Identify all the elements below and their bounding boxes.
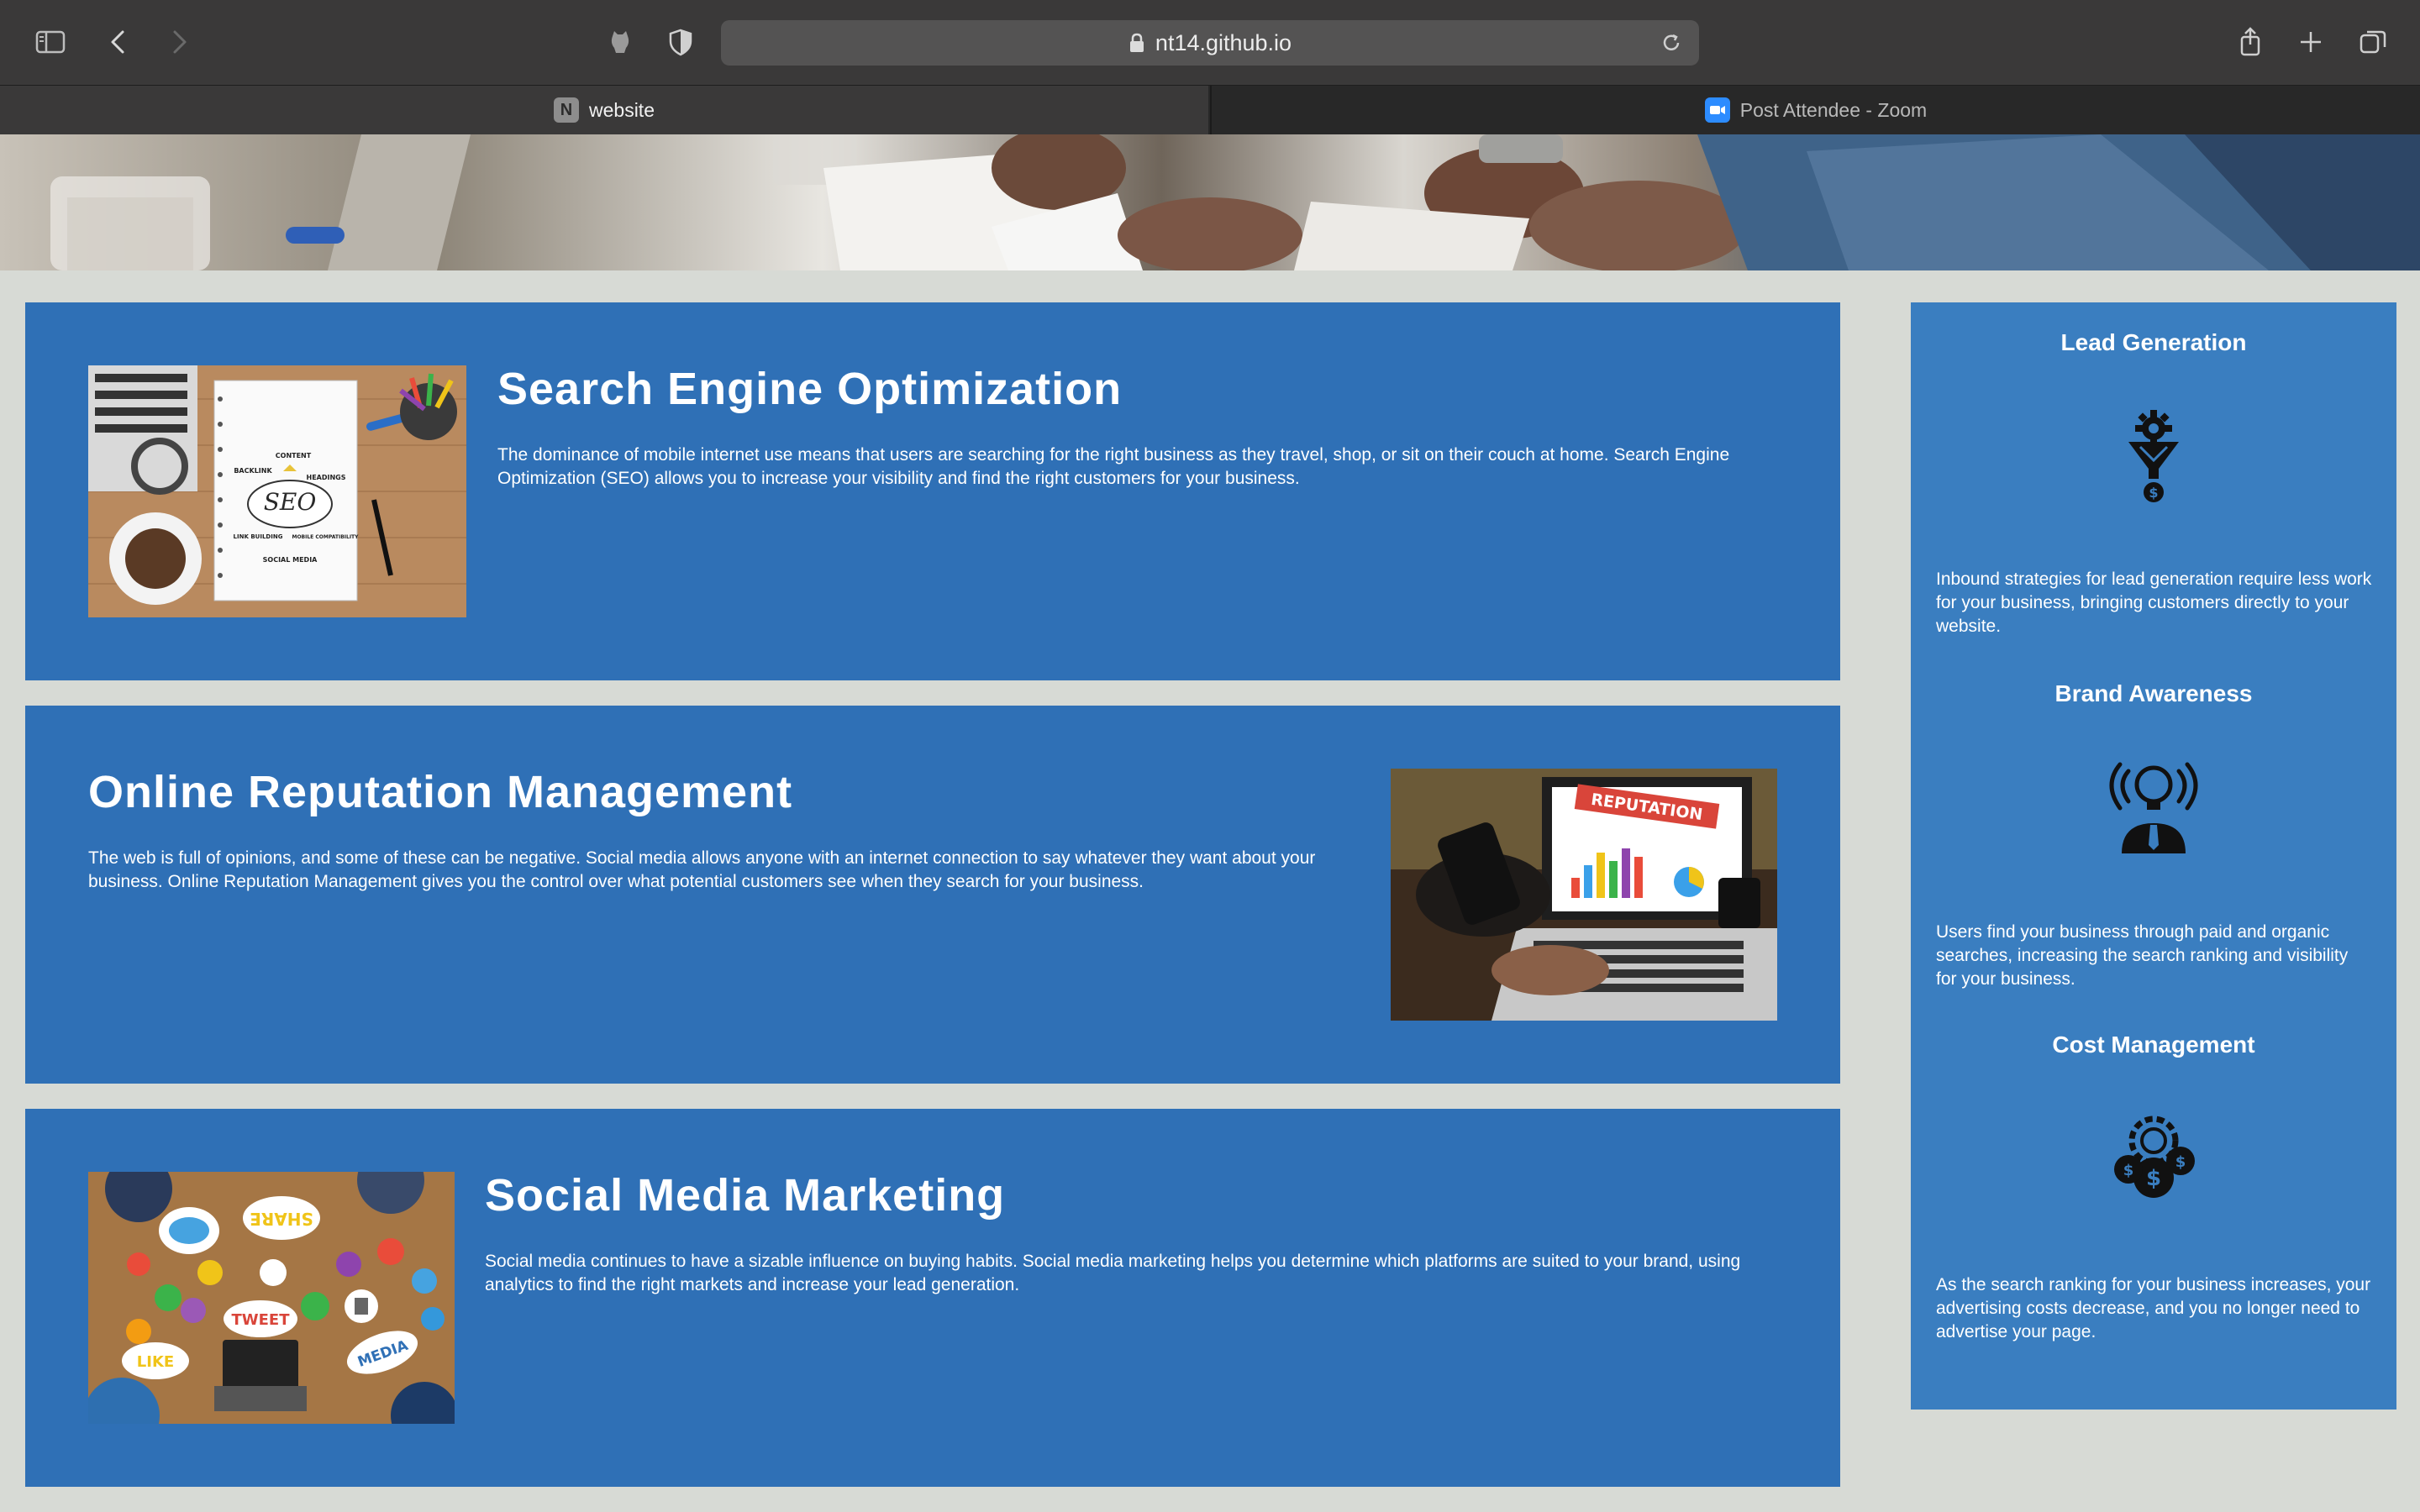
social-media-table-image: SHARE TWEET LIKE MEDIA <box>88 1172 455 1424</box>
cost-management-icon: $ $ $ <box>2103 1107 2204 1208</box>
seo-image-word-mobile: MOBILE COMPATIBILITY <box>292 534 359 540</box>
benefit-description: As the search ranking for your business … <box>1936 1275 2371 1341</box>
svg-text:$: $ <box>2149 485 2158 501</box>
seo-image-text: SEO <box>264 488 317 516</box>
tab-overview-icon[interactable] <box>2349 18 2396 66</box>
tab-bar: N website Post Attendee - Zoom <box>0 86 2420 134</box>
svg-text:$: $ <box>2146 1166 2161 1191</box>
url-text: nt14.github.io <box>1155 29 1292 55</box>
tab-label: Post Attendee - Zoom <box>1739 98 1928 121</box>
benefits-sidebar: Lead Generation $ Inbound strategies for… <box>1911 302 2396 1410</box>
brand-awareness-icon <box>2103 754 2204 855</box>
share-bubble-text: SHARE <box>250 1209 313 1229</box>
new-tab-plus-icon[interactable] <box>2287 18 2334 66</box>
svg-text:$: $ <box>2123 1162 2134 1179</box>
service-card-social-media: SHARE TWEET LIKE MEDIA Social Media Mark… <box>25 1109 1840 1487</box>
hero-banner-image <box>0 134 2420 270</box>
benefit-title: Lead Generation <box>2060 329 2247 355</box>
tweet-bubble-text: TWEET <box>231 1311 290 1329</box>
seo-image-word-backlink: BACKLINK <box>234 467 272 475</box>
seo-image-word-link-building: LINK BUILDING <box>234 533 283 540</box>
seo-image-word-social-media: SOCIAL MEDIA <box>263 556 318 564</box>
seo-image-word-content: CONTENT <box>276 452 312 459</box>
address-bar[interactable]: nt14.github.io <box>721 20 1699 66</box>
tab-label: website <box>589 98 655 121</box>
service-description: The web is full of opinions, and some of… <box>88 848 1316 891</box>
reputation-laptop-image: REPUTATION <box>1391 769 1777 1021</box>
notion-favicon-icon: N <box>554 97 579 123</box>
benefit-description: Users find your business through paid an… <box>1936 922 2349 989</box>
seo-image-word-headings: HEADINGS <box>307 474 346 481</box>
service-title: Social Media Marketing <box>485 1170 1006 1221</box>
benefit-title: Cost Management <box>2052 1032 2255 1058</box>
like-bubble-text: LIKE <box>137 1353 174 1371</box>
github-extension-icon[interactable] <box>597 18 644 66</box>
benefit-description: Inbound strategies for lead generation r… <box>1936 570 2372 636</box>
service-title: Search Engine Optimization <box>497 364 1123 414</box>
browser-toolbar: nt14.github.io <box>0 0 2420 86</box>
reload-icon[interactable] <box>1659 30 1684 55</box>
privacy-shield-icon[interactable] <box>657 18 704 66</box>
service-description: The dominance of mobile internet use mea… <box>497 445 1730 488</box>
service-description: Social media continues to have a sizable… <box>485 1252 1741 1294</box>
tab-zoom[interactable]: Post Attendee - Zoom <box>1210 86 2420 134</box>
zoom-camera-icon <box>1704 97 1730 123</box>
service-card-reputation: Online Reputation Management The web is … <box>25 706 1840 1084</box>
svg-text:$: $ <box>2175 1153 2186 1171</box>
tab-website[interactable]: N website <box>0 86 1208 134</box>
service-title: Online Reputation Management <box>88 767 793 817</box>
forward-arrow-icon[interactable] <box>155 18 202 66</box>
lock-icon <box>1129 33 1144 52</box>
back-arrow-icon[interactable] <box>96 18 143 66</box>
share-icon[interactable] <box>2227 18 2274 66</box>
benefit-title: Brand Awareness <box>2054 680 2253 706</box>
sidebar-toggle-icon[interactable] <box>27 18 74 66</box>
seo-notebook-image: SEO CONTENT BACKLINK HEADINGS LINK BUILD… <box>88 365 466 617</box>
lead-generation-icon: $ <box>2103 405 2204 506</box>
service-card-seo: SEO CONTENT BACKLINK HEADINGS LINK BUILD… <box>25 302 1840 680</box>
